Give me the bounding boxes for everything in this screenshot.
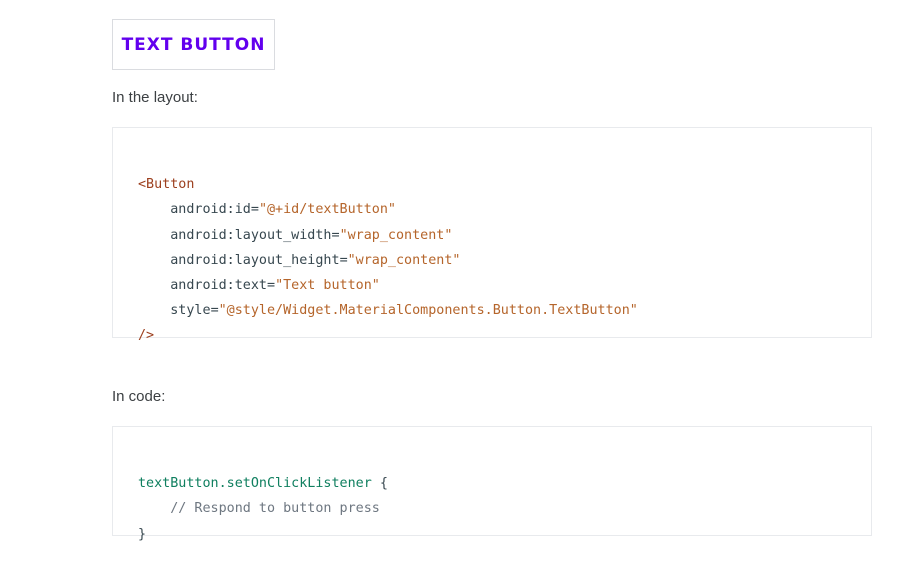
kotlin-call-line: textButton.setOnClickListener { [138, 471, 846, 496]
kotlin-call: textButton.setOnClickListener [138, 476, 372, 492]
kotlin-comment: // Respond to button press [138, 501, 380, 517]
button-demo-container: TEXT BUTTON [112, 19, 275, 70]
xml-close-tag: /> [138, 328, 155, 344]
xml-attr-line: android:layout_width="wrap_content" [170, 227, 453, 243]
xml-open-tag: <Button [138, 177, 195, 193]
xml-attr-value: "wrap_content" [339, 227, 453, 243]
xml-code-block: <Button android:id="@+id/textButton" and… [112, 127, 872, 343]
xml-attr-name: android:id [170, 202, 251, 218]
kotlin-code-block: textButton.setOnClickListener { // Respo… [112, 426, 872, 542]
kotlin-close-brace: } [138, 526, 147, 542]
xml-attr-name: android:layout_width [170, 227, 332, 243]
xml-attr-value: "@style/Widget.MaterialComponents.Button… [218, 303, 638, 319]
kotlin-open-brace: { [371, 476, 388, 492]
layout-section-label: In the layout: [112, 89, 198, 106]
xml-attr-line: android:id="@+id/textButton" [170, 202, 396, 218]
xml-open-tag-line: <Button [138, 172, 846, 197]
xml-attr-name: style [170, 303, 211, 319]
xml-attr-value: "wrap_content" [347, 252, 461, 268]
xml-close-tag-line: /> [138, 323, 846, 348]
text-button[interactable]: TEXT BUTTON [122, 35, 266, 55]
xml-attr-value: "Text button" [275, 278, 380, 294]
xml-attr-name: android:layout_height [170, 252, 340, 268]
xml-attr-line: style="@style/Widget.MaterialComponents.… [170, 303, 638, 319]
code-section-label: In code: [112, 388, 166, 405]
xml-attr-line: android:layout_height="wrap_content" [170, 252, 461, 268]
xml-attr-line: android:text="Text button" [170, 278, 380, 294]
xml-attr-value: "@+id/textButton" [258, 202, 396, 218]
xml-attr-name: android:text [170, 278, 267, 294]
